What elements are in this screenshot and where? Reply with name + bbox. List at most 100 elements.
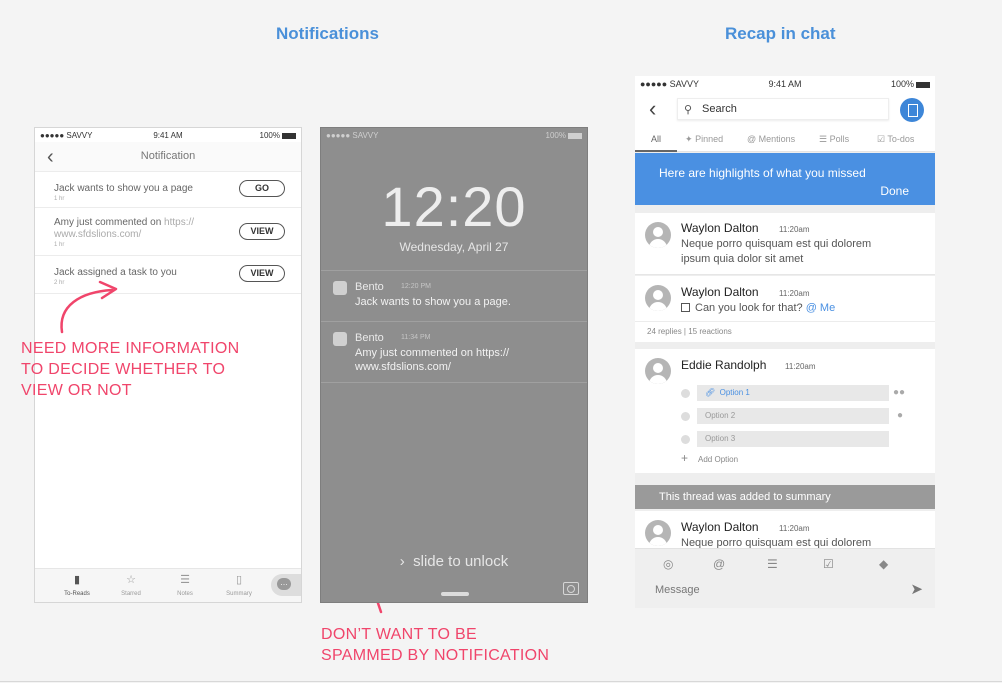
composer-toolbar: ◎ @ ☰ ☑ ◆ Message ➤	[635, 548, 935, 608]
annotation-need-more-info: NEED MORE INFORMATION TO DECIDE WHETHER …	[21, 340, 240, 399]
lock-notification[interactable]: Bento 12:20 PM Jack wants to show you a …	[321, 270, 587, 321]
checkbox-icon: ☑	[877, 134, 886, 144]
battery-indicator: 100%	[546, 131, 582, 140]
message-input[interactable]: Message	[655, 584, 700, 596]
plus-icon: +	[681, 451, 689, 465]
notes-icon: ☰	[180, 574, 190, 586]
app-name: Bento	[355, 332, 384, 344]
active-tab-indicator	[635, 150, 677, 152]
list-icon[interactable]: ☰	[767, 557, 778, 571]
app-name: Bento	[355, 281, 384, 293]
chat-header: ‹ ⚲ Search All ✦ Pinned @ Mentions ☰ Pol…	[635, 92, 935, 152]
filter-tabs: All ✦ Pinned @ Mentions ☰ Polls ☑ To-dos	[635, 134, 935, 152]
tab-to-reads[interactable]: ▮ To-Reads	[52, 573, 102, 597]
nav-bar: ‹ Notification	[35, 142, 301, 172]
phone-recap-chat: ●●●●● SAVVY 9:41 AM 100% ‹ ⚲ Search All …	[635, 76, 935, 608]
tab-pinned[interactable]: ✦ Pinned	[685, 134, 723, 145]
notification-time: 1 hr	[54, 242, 65, 248]
phone-lock-screen: ●●●●● SAVVY 100% 12:20 Wednesday, April …	[320, 127, 588, 603]
tab-all[interactable]: All	[651, 134, 661, 144]
app-icon	[333, 332, 347, 346]
divider	[0, 681, 1002, 682]
poll-option[interactable]: Option 2	[697, 408, 889, 424]
at-icon[interactable]: @	[713, 557, 725, 571]
thread-meta[interactable]: 24 replies | 15 reactions	[647, 327, 732, 336]
avatar	[645, 285, 671, 311]
done-button[interactable]: Done	[880, 184, 909, 198]
battery-indicator: 100%	[260, 131, 296, 140]
voters-icon: ●	[897, 410, 904, 421]
add-option-button[interactable]: + Add Option	[681, 451, 738, 465]
highlights-banner: Here are highlights of what you missed D…	[635, 153, 935, 205]
tab-todos[interactable]: ☑ To-dos	[877, 134, 914, 145]
bookmark-icon: ▮	[73, 574, 81, 586]
tag-icon[interactable]: ◆	[879, 557, 888, 571]
notification-time: 12:20 PM	[401, 283, 431, 290]
avatar	[645, 358, 671, 384]
message-card[interactable]: Waylon Dalton 11:20am Can you look for t…	[635, 276, 935, 342]
view-button[interactable]: VIEW	[239, 223, 285, 240]
slide-to-unlock[interactable]: › slide to unlock	[321, 553, 587, 570]
user-name: Waylon Dalton	[681, 221, 759, 235]
notification-time: 1 hr	[54, 196, 65, 202]
annotation-spammed: DON’T WANT TO BE SPAMMED BY NOTIFICATION	[321, 626, 550, 664]
status-bar: ●●●●● SAVVY 100%	[321, 128, 587, 142]
document-icon[interactable]	[900, 98, 924, 122]
go-button[interactable]: GO	[239, 180, 285, 197]
tab-starred[interactable]: ☆ Starred	[106, 573, 156, 597]
voters-icon: ●●	[893, 387, 906, 398]
home-indicator[interactable]	[441, 592, 469, 596]
avatar	[645, 222, 671, 248]
status-bar: ●●●●● SAVVY 9:41 AM 100%	[635, 76, 935, 92]
poll-option[interactable]: Option 3	[697, 431, 889, 447]
battery-icon	[282, 132, 296, 139]
camera-icon[interactable]	[563, 582, 579, 595]
message-card[interactable]: Waylon Dalton 11:20am Neque porro quisqu…	[635, 213, 935, 275]
poll-card: Eddie Randolph 11:20am 🔗︎ Option 1 ●● Op…	[635, 349, 935, 473]
notification-text: Jack wants to show you a page	[54, 183, 193, 194]
search-input[interactable]: ⚲ Search	[677, 98, 889, 120]
eye-icon[interactable]: ◎	[663, 557, 673, 571]
mention[interactable]: @ Me	[806, 302, 836, 314]
message-card[interactable]: Waylon Dalton 11:20am Neque porro quisqu…	[635, 511, 935, 551]
checkbox-icon[interactable]: ☑	[823, 557, 834, 571]
thread-summary-banner: This thread was added to summary	[635, 485, 935, 509]
tab-notes[interactable]: ☰ Notes	[160, 573, 210, 597]
message-time: 11:20am	[779, 289, 810, 298]
highlights-text: Here are highlights of what you missed	[659, 166, 866, 180]
view-button[interactable]: VIEW	[239, 265, 285, 282]
search-icon: ⚲	[684, 104, 693, 116]
pin-icon: ✦	[685, 134, 693, 144]
lock-time: 12:20	[381, 175, 527, 238]
send-icon[interactable]: ➤	[910, 580, 923, 598]
notification-row[interactable]: Jack wants to show you a page 1 hr GO	[35, 172, 301, 208]
notification-row[interactable]: Jack assigned a task to you 2 hr VIEW	[35, 256, 301, 294]
status-bar: ●●●●● SAVVY 9:41 AM 100%	[35, 128, 301, 142]
notification-time: 2 hr	[54, 280, 65, 286]
radio-icon[interactable]	[681, 435, 690, 444]
battery-indicator: 100%	[891, 79, 930, 89]
poll-option[interactable]: 🔗︎ Option 1	[697, 385, 889, 401]
notification-text: Jack assigned a task to you	[54, 267, 177, 278]
nav-title: Notification	[140, 150, 196, 162]
link-icon: 🔗︎	[705, 388, 716, 397]
message-time: 11:20am	[779, 225, 810, 234]
radio-icon[interactable]	[681, 412, 690, 421]
user-name: Waylon Dalton	[681, 520, 759, 534]
radio-icon[interactable]	[681, 389, 690, 398]
tab-summary[interactable]: ▯ Summary	[214, 573, 264, 597]
tab-bar: ▮ To-Reads ☆ Starred ☰ Notes ▯ Summary …	[35, 568, 301, 602]
tab-mentions[interactable]: @ Mentions	[747, 134, 795, 144]
chevron-left-icon[interactable]: ‹	[649, 96, 656, 122]
notification-row[interactable]: Amy just commented on https://www.sfdsli…	[35, 208, 301, 256]
checkbox-icon[interactable]	[681, 303, 690, 312]
tab-polls[interactable]: ☰ Polls	[819, 134, 849, 145]
notifications-title: Notifications	[276, 24, 379, 43]
star-icon: ☆	[126, 574, 136, 586]
lock-notification[interactable]: Bento 11:34 PM Amy just commented on htt…	[321, 321, 587, 383]
battery-icon	[568, 132, 582, 139]
notification-text: Jack wants to show you a page.	[355, 296, 511, 308]
recap-title: Recap in chat	[725, 24, 836, 43]
battery-icon	[916, 81, 930, 88]
chat-button[interactable]: …	[271, 574, 301, 596]
